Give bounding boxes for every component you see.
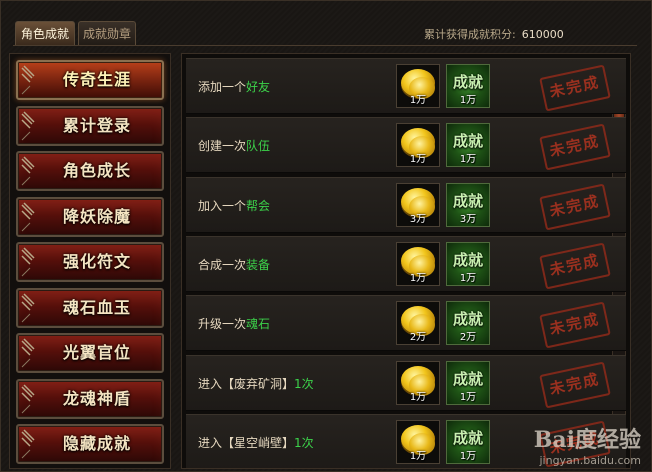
achievement-points-reward[interactable]: 成就 3万 bbox=[446, 182, 490, 227]
achievement-points-reward[interactable]: 成就 1万 bbox=[446, 419, 490, 464]
tab-divider bbox=[13, 45, 637, 46]
achievement-badge-icon: 成就 bbox=[452, 428, 483, 447]
sidebar-item-label: 降妖除魔 bbox=[62, 206, 131, 226]
sidebar-item-1[interactable]: 传奇生涯 bbox=[16, 60, 164, 100]
sidebar-item-label: 传奇生涯 bbox=[62, 70, 131, 89]
achievement-highlight: 魂石 bbox=[246, 317, 271, 332]
sidebar-item-3[interactable]: 角色成长 bbox=[16, 151, 164, 191]
achievement-badge-icon: 成就 bbox=[452, 73, 483, 91]
incomplete-stamp: 未完成 bbox=[539, 123, 611, 171]
achievement-badge-icon: 成就 bbox=[452, 132, 483, 151]
points-amount: 1万 bbox=[459, 450, 477, 462]
achievement-row: 升级一次魂石 2万 成就 2万 未完成 bbox=[186, 295, 626, 352]
points-amount: 2万 bbox=[459, 332, 477, 344]
achievement-highlight: 帮会 bbox=[246, 198, 271, 213]
achievement-window: 角色成就 成就勋章 累计获得成就积分: 610000 传奇生涯累计登录角色成长降妖… bbox=[0, 0, 652, 472]
achievement-text: 添加一个 bbox=[198, 80, 247, 94]
sidebar-item-7[interactable]: 光翼官位 bbox=[16, 333, 164, 373]
sidebar-item-label: 魂石血玉 bbox=[62, 297, 131, 317]
achievement-title: 添加一个好友 bbox=[198, 59, 270, 115]
gold-amount: 1万 bbox=[409, 450, 427, 462]
achievement-badge-icon: 成就 bbox=[452, 250, 483, 269]
gold-reward[interactable]: 1万 bbox=[396, 123, 440, 168]
achievement-title: 升级一次魂石 bbox=[198, 296, 270, 352]
gold-reward[interactable]: 1万 bbox=[396, 64, 440, 108]
achievement-text: 升级一次 bbox=[198, 317, 247, 332]
watermark-url: jingyan.baidu.com bbox=[539, 454, 641, 467]
achievement-badge-icon: 成就 bbox=[452, 191, 483, 210]
achievement-highlight: 装备 bbox=[246, 257, 271, 272]
achievement-row: 添加一个好友 1万 成就 1万 未完成 bbox=[186, 58, 626, 114]
achievement-row: 创建一次队伍 1万 成就 1万 未完成 bbox=[186, 117, 626, 174]
achievement-text: 加入一个 bbox=[198, 198, 247, 213]
points-label: 累计获得成就积分: bbox=[424, 28, 516, 41]
points-amount: 1万 bbox=[459, 391, 477, 403]
achievement-text: 合成一次 bbox=[198, 257, 247, 272]
achievement-list: ▲ ▼ 添加一个好友1万成就1万未完成创建一次队伍1万成就1万未完成加入一个帮会… bbox=[181, 53, 631, 469]
incomplete-stamp: 未完成 bbox=[539, 64, 611, 112]
gold-reward[interactable]: 1万 bbox=[396, 241, 440, 286]
sidebar-item-9[interactable]: 隐藏成就 bbox=[16, 424, 164, 464]
sidebar-item-label: 光翼官位 bbox=[62, 343, 131, 362]
achievement-row: 进入【废弃矿洞】1次 1万 成就 1万 未完成 bbox=[186, 354, 626, 412]
achievement-points: 累计获得成就积分: 610000 bbox=[424, 26, 564, 42]
points-amount: 1万 bbox=[459, 272, 477, 284]
sidebar-item-label: 角色成长 bbox=[62, 161, 131, 180]
sidebar-item-8[interactable]: 龙魂神盾 bbox=[16, 378, 164, 419]
points-amount: 1万 bbox=[459, 95, 477, 106]
achievement-text: 进入【星空峭壁】 bbox=[198, 435, 295, 450]
gold-amount: 1万 bbox=[409, 391, 427, 403]
achievement-title: 进入【星空峭壁】1次 bbox=[198, 415, 314, 468]
achievement-text: 创建一次 bbox=[198, 139, 247, 154]
incomplete-stamp: 未完成 bbox=[539, 301, 611, 349]
gold-amount: 1万 bbox=[409, 272, 427, 284]
tab-achievement-medals[interactable]: 成就勋章 bbox=[78, 21, 136, 45]
points-value: 610000 bbox=[521, 28, 564, 41]
sidebar-item-label: 龙魂神盾 bbox=[62, 388, 131, 408]
points-amount: 3万 bbox=[459, 213, 477, 225]
category-sidebar: 传奇生涯累计登录角色成长降妖除魔强化符文魂石血玉光翼官位龙魂神盾隐藏成就 bbox=[9, 53, 171, 469]
sidebar-item-label: 隐藏成就 bbox=[62, 434, 131, 453]
achievement-title: 加入一个帮会 bbox=[198, 178, 270, 234]
points-amount: 1万 bbox=[459, 154, 477, 166]
achievement-highlight: 好友 bbox=[246, 80, 271, 94]
gold-reward[interactable]: 2万 bbox=[396, 301, 440, 346]
achievement-highlight: 队伍 bbox=[246, 139, 271, 154]
incomplete-stamp: 未完成 bbox=[539, 183, 611, 231]
tab-character-achievements[interactable]: 角色成就 bbox=[15, 21, 75, 45]
sidebar-item-5[interactable]: 强化符文 bbox=[16, 242, 164, 282]
achievement-title: 进入【废弃矿洞】1次 bbox=[198, 356, 314, 412]
achievement-text: 进入【废弃矿洞】 bbox=[198, 376, 295, 391]
gold-amount: 2万 bbox=[409, 332, 427, 344]
watermark-brand: Bai度经验 bbox=[533, 427, 641, 453]
achievement-title: 合成一次装备 bbox=[198, 237, 270, 293]
achievement-title: 创建一次队伍 bbox=[198, 118, 270, 174]
sidebar-item-2[interactable]: 累计登录 bbox=[16, 105, 164, 146]
gold-amount: 1万 bbox=[409, 154, 427, 166]
gold-reward[interactable]: 1万 bbox=[396, 419, 440, 464]
incomplete-stamp: 未完成 bbox=[539, 242, 611, 290]
achievement-row: 合成一次装备 1万 成就 1万 未完成 bbox=[186, 235, 626, 293]
sidebar-item-4[interactable]: 降妖除魔 bbox=[16, 196, 164, 237]
sidebar-item-6[interactable]: 魂石血玉 bbox=[16, 287, 164, 328]
gold-reward[interactable]: 3万 bbox=[396, 182, 440, 227]
sidebar-item-label: 累计登录 bbox=[62, 115, 131, 135]
gold-amount: 1万 bbox=[409, 95, 427, 106]
achievement-badge-icon: 成就 bbox=[452, 369, 483, 388]
achievement-badge-icon: 成就 bbox=[452, 310, 483, 329]
achievement-points-reward[interactable]: 成就 1万 bbox=[446, 64, 490, 108]
gold-amount: 3万 bbox=[409, 213, 427, 225]
gold-reward[interactable]: 1万 bbox=[396, 360, 440, 405]
achievement-row: 加入一个帮会 3万 成就 3万 未完成 bbox=[186, 176, 626, 234]
achievement-points-reward[interactable]: 成就 2万 bbox=[446, 301, 490, 346]
achievement-points-reward[interactable]: 成就 1万 bbox=[446, 360, 490, 405]
achievement-points-reward[interactable]: 成就 1万 bbox=[446, 241, 490, 286]
sidebar-item-label: 强化符文 bbox=[62, 252, 131, 271]
watermark: Bai度经验 jingyan.baidu.com bbox=[534, 422, 641, 467]
achievement-highlight: 1次 bbox=[294, 376, 314, 391]
achievement-points-reward[interactable]: 成就 1万 bbox=[446, 123, 490, 168]
incomplete-stamp: 未完成 bbox=[539, 361, 611, 408]
achievement-highlight: 1次 bbox=[294, 435, 314, 450]
